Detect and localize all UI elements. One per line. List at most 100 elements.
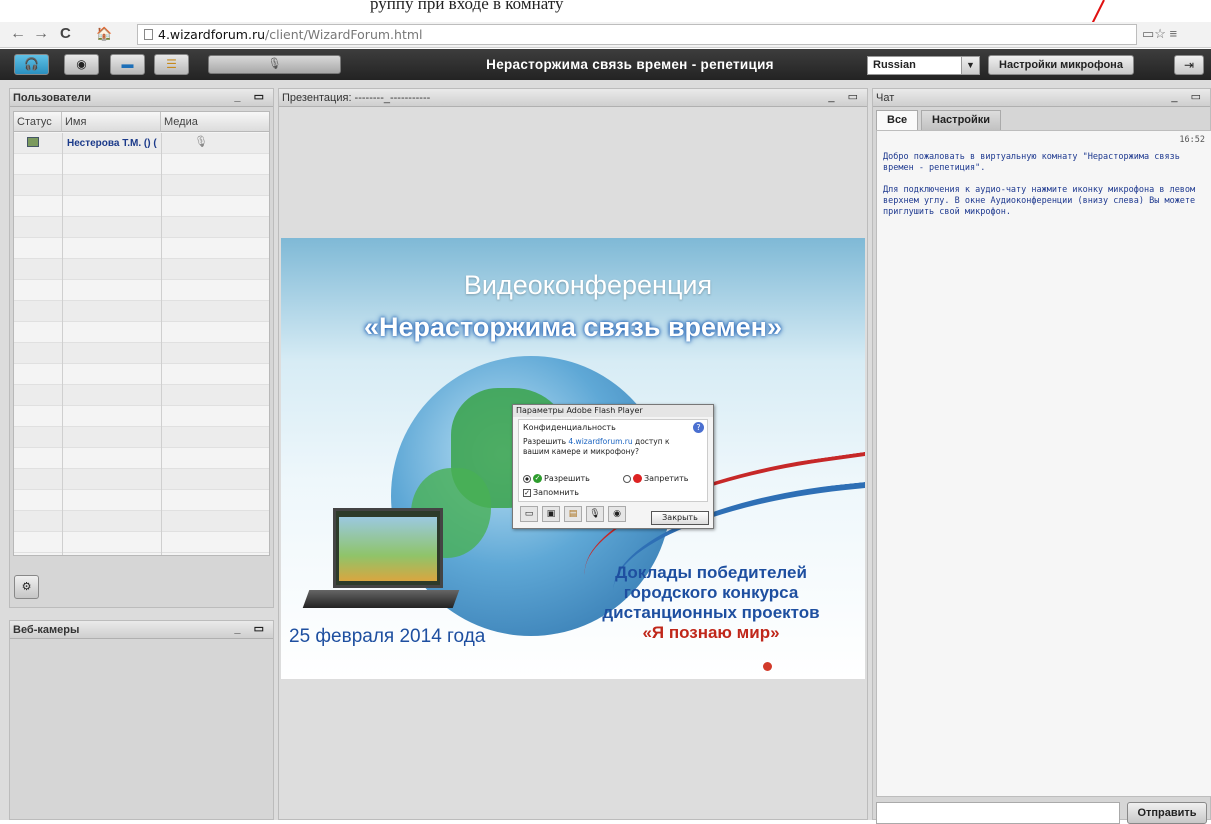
- help-icon[interactable]: ?: [693, 422, 704, 433]
- gear-icon: ⚙: [21, 581, 32, 593]
- microphone-icon[interactable]: 🎙: [586, 506, 604, 522]
- tab-all[interactable]: Все: [876, 110, 919, 130]
- page-icon: [144, 29, 153, 40]
- chat-tabs: Все Настройки: [873, 108, 1211, 130]
- slide-subtitle: Доклады победителей городского конкурса …: [566, 563, 856, 643]
- logout-button[interactable]: ⇥: [1174, 55, 1204, 75]
- message-prefix: Разрешить: [523, 437, 569, 446]
- table-row: [14, 259, 269, 280]
- chat-message: Для подключения к аудио-чату нажмите ико…: [883, 185, 1196, 217]
- slide-subtitle-line: Доклады победителей: [615, 563, 807, 582]
- display-settings-icon[interactable]: ▣: [542, 506, 560, 522]
- message-domain: 4.wizardforum.ru: [568, 437, 633, 446]
- table-row: [14, 490, 269, 511]
- storage-icon[interactable]: ▤: [564, 506, 582, 522]
- desktop-share-button[interactable]: ▬: [110, 54, 145, 75]
- dialog-section-title: Конфиденциальность: [523, 423, 616, 432]
- users-table-body: [14, 133, 269, 555]
- language-select[interactable]: Russian ▼: [867, 56, 980, 75]
- column-header-name[interactable]: Имя: [62, 112, 161, 132]
- webcam-button[interactable]: ◉: [64, 54, 99, 75]
- table-row: [14, 511, 269, 532]
- bookmark-star-icon[interactable]: ▭☆ ≡: [1142, 24, 1177, 44]
- laptop-keyboard: [302, 590, 460, 608]
- slide-title: Видеоконференция: [463, 270, 713, 300]
- home-icon[interactable]: 🏠: [96, 24, 112, 44]
- meeting-title: Нерасторжима связь времен - репетиция: [486, 57, 774, 72]
- mic-volume-slider[interactable]: 🎙: [208, 55, 341, 74]
- laptop-screen-photo: [339, 517, 437, 581]
- deny-circle-icon: [633, 474, 642, 483]
- table-row: [14, 406, 269, 427]
- users-panel-title: Пользователи: [13, 92, 92, 104]
- slide-subtitle-line: городского конкурса: [623, 583, 799, 602]
- check-circle-icon: ✓: [533, 474, 542, 483]
- table-row: [14, 448, 269, 469]
- address-bar[interactable]: 4.wizardforum.ru/client/WizardForum.html: [137, 24, 1137, 45]
- dialog-message: Разрешить 4.wizardforum.ru доступ к ваши…: [523, 437, 698, 457]
- users-settings-button[interactable]: ⚙: [14, 575, 39, 599]
- close-button[interactable]: Закрыть: [651, 511, 709, 525]
- checkbox-checked-icon: ✓: [523, 488, 531, 497]
- layout-icon: ☰: [166, 57, 177, 71]
- monitor-icon[interactable]: ▭: [520, 506, 538, 522]
- headset-button[interactable]: 🎧: [14, 54, 49, 75]
- webcam-icon[interactable]: ◉: [608, 506, 626, 522]
- column-header-status[interactable]: Статус: [14, 112, 62, 132]
- table-row: [14, 154, 269, 175]
- microphone-icon: 🎙: [267, 58, 282, 70]
- column-divider: [62, 133, 63, 555]
- panel-window-controls[interactable]: _ ▭: [234, 621, 269, 637]
- webcams-panel-header: Веб-камеры _ ▭: [10, 621, 273, 639]
- layout-button[interactable]: ☰: [154, 54, 189, 75]
- deny-radio[interactable]: Запретить: [623, 474, 689, 483]
- mic-settings-button[interactable]: Настройки микрофона: [988, 55, 1134, 75]
- table-row: [14, 301, 269, 322]
- monitor-icon: ▬: [121, 57, 134, 71]
- callout-text: руппу при вхо­де в комнату: [370, 0, 564, 13]
- table-row: [14, 532, 269, 553]
- microphone-icon[interactable]: 🎙: [194, 135, 208, 148]
- url-path: /client/WizardForum.html: [265, 27, 423, 42]
- dialog-body: Конфиденциальность ? Разрешить 4.wizardf…: [518, 419, 708, 502]
- remember-checkbox[interactable]: ✓ Запомнить: [523, 488, 579, 497]
- users-panel-header: Пользователи _ ▭: [10, 89, 273, 107]
- panel-window-controls[interactable]: _ ▭: [828, 89, 863, 105]
- decorative-dot: [763, 662, 772, 671]
- allow-label: Разрешить: [544, 474, 590, 483]
- user-name: Нестерова Т.М. () (: [67, 138, 157, 149]
- dialog-title: Параметры Adobe Flash Player: [513, 405, 713, 417]
- presentation-panel-header: Презентация: --------_----------- _ ▭: [279, 89, 867, 107]
- slide-date: 25 февраля 2014 года: [289, 626, 486, 647]
- chevron-down-icon[interactable]: ▼: [961, 57, 979, 74]
- chat-messages: 16:52 Добро пожаловать в виртуальную ком…: [876, 130, 1211, 797]
- forward-icon[interactable]: →: [33, 24, 49, 44]
- panel-window-controls[interactable]: _ ▭: [1171, 89, 1206, 105]
- allow-radio[interactable]: ✓ Разрешить: [523, 474, 590, 483]
- message-timestamp: 16:52: [1179, 135, 1205, 145]
- table-row: [14, 322, 269, 343]
- panel-window-controls[interactable]: _ ▭: [234, 89, 269, 105]
- chat-panel: Чат _ ▭ Все Настройки 16:52 Добро пожало…: [872, 88, 1211, 824]
- send-button[interactable]: Отправить: [1127, 802, 1207, 824]
- webcams-panel: Веб-камеры _ ▭: [9, 620, 274, 820]
- browser-toolbar: ← → C 🏠 4.wizardforum.ru/client/WizardFo…: [0, 22, 1211, 48]
- column-divider: [161, 133, 162, 555]
- radio-checked-icon: [523, 474, 531, 483]
- back-icon[interactable]: ←: [10, 24, 26, 44]
- users-table: Статус Имя Медиа Нестерова Т.М. () (🎙: [13, 111, 270, 556]
- column-header-media[interactable]: Медиа: [161, 112, 269, 132]
- reload-icon[interactable]: C: [60, 24, 71, 44]
- slide-subtitle-line: дистанционных проектов: [602, 603, 820, 622]
- presentation-title: Презентация: --------_-----------: [282, 92, 431, 104]
- table-row: [14, 217, 269, 238]
- chat-message: Добро пожаловать в виртуальную комнату "…: [883, 152, 1180, 173]
- headset-icon: 🎧: [24, 57, 39, 71]
- table-row: [14, 175, 269, 196]
- slide-project-name: «Я познаю мир»: [642, 623, 780, 642]
- language-value: Russian: [873, 59, 916, 71]
- deny-label: Запретить: [644, 474, 689, 483]
- slide-heading: «Нерасторжима связь времен»: [363, 312, 783, 342]
- tab-settings[interactable]: Настройки: [921, 110, 1002, 130]
- chat-input[interactable]: [876, 802, 1120, 824]
